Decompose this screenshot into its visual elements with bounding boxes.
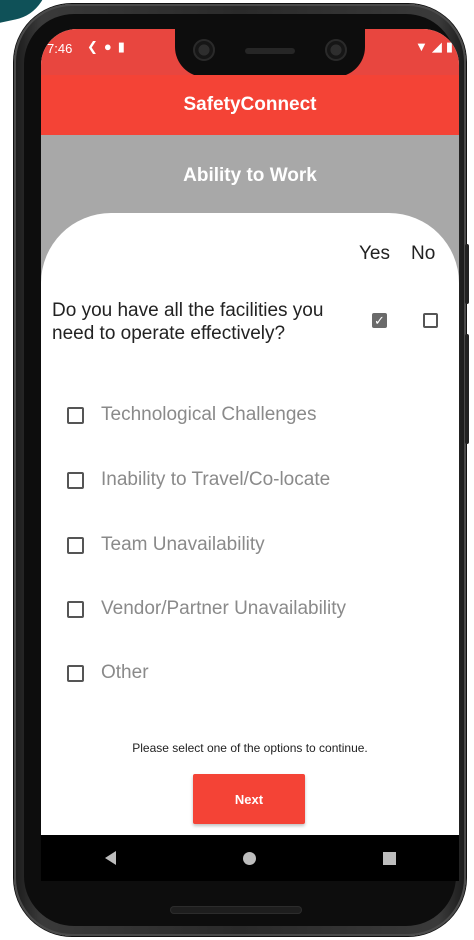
option-label: Team Unavailability: [101, 534, 265, 555]
power-button: [465, 244, 469, 304]
back-icon[interactable]: [104, 851, 116, 865]
option-label: Vendor/Partner Unavailability: [101, 598, 347, 619]
wifi-icon: ▼: [414, 39, 428, 54]
battery-icon: ▮: [445, 39, 453, 54]
app-bar: SafetyConnect: [41, 75, 459, 135]
navigation-bar: [41, 835, 459, 881]
checkbox[interactable]: [67, 536, 84, 554]
yes-checkbox[interactable]: ✓: [372, 313, 387, 328]
question-text: Do you have all the facilities you need …: [52, 300, 324, 344]
option-team-unavailability[interactable]: Team Unavailability: [67, 531, 265, 559]
option-label: Inability to Travel/Co-locate: [101, 469, 331, 490]
no-column-label: No: [411, 243, 436, 264]
checkbox[interactable]: [67, 406, 84, 424]
home-icon[interactable]: [242, 851, 256, 865]
option-vendor-partner-unavailability[interactable]: Vendor/Partner Unavailability: [67, 595, 346, 623]
signal-icon: ◢: [431, 39, 442, 54]
status-time: 7:46: [47, 41, 73, 56]
recents-icon[interactable]: [382, 851, 396, 865]
checkbox[interactable]: [67, 664, 84, 682]
camera-notch: [175, 29, 365, 77]
volume-button: [465, 334, 469, 444]
option-inability-to-travel[interactable]: Inability to Travel/Co-locate: [67, 466, 330, 494]
status-icons-left: ❮ ● ▮: [87, 39, 125, 55]
circle-icon: ●: [103, 39, 112, 54]
yes-column-label: Yes: [359, 243, 390, 264]
arrows-icon: ❮: [87, 39, 98, 54]
app-title: SafetyConnect: [183, 94, 317, 115]
section-title: Ability to Work: [183, 165, 317, 186]
phone-screen: 7:46 ❮ ● ▮ ▼ ◢ ▮ SafetyConnect Ability t…: [41, 29, 459, 881]
option-label: Other: [101, 662, 149, 683]
earpiece-speaker: [245, 48, 295, 54]
bottom-speaker: [170, 906, 302, 914]
no-checkbox[interactable]: [423, 313, 438, 328]
checkbox[interactable]: [67, 471, 84, 489]
camera-icon: [193, 39, 215, 61]
checkbox[interactable]: [67, 600, 84, 618]
next-button[interactable]: Next: [193, 774, 305, 824]
option-technological-challenges[interactable]: Technological Challenges: [67, 401, 316, 429]
sd-card-icon: ▮: [117, 39, 125, 54]
option-other[interactable]: Other: [67, 659, 149, 687]
option-label: Technological Challenges: [101, 404, 317, 425]
validation-hint: Please select one of the options to cont…: [132, 741, 368, 755]
camera-icon: [325, 39, 347, 61]
status-icons-right: ▼ ◢ ▮: [415, 39, 453, 55]
